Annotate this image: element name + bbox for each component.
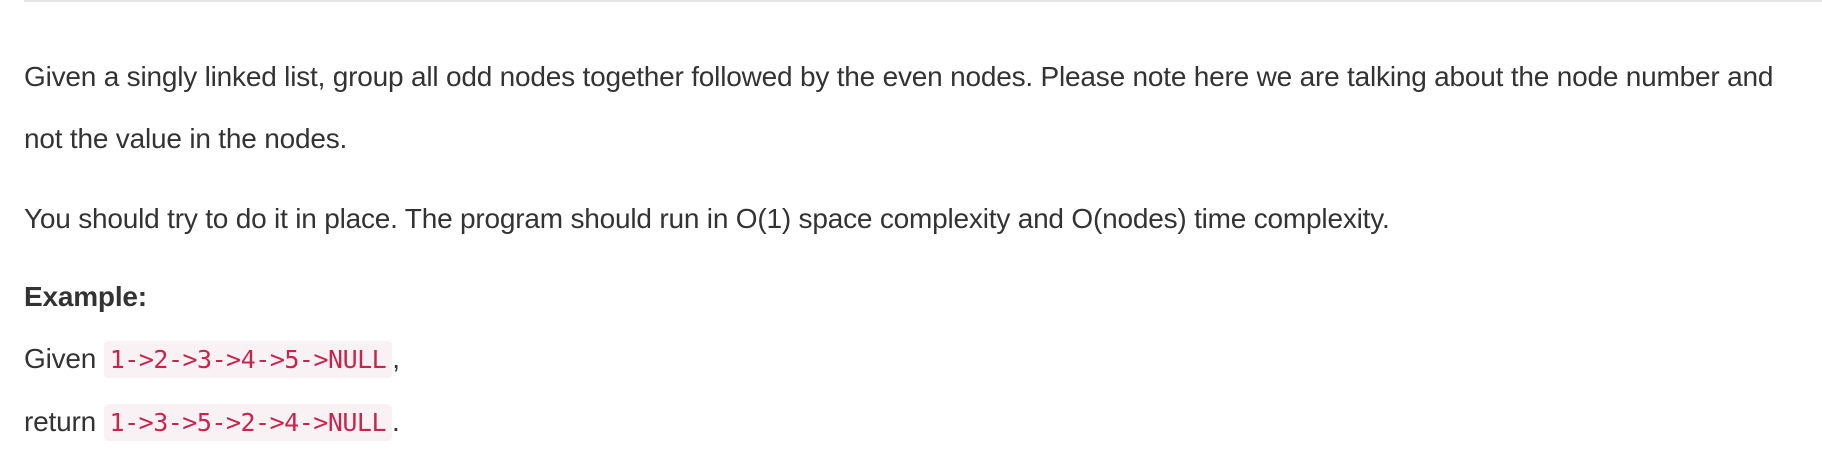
return-code: 1->3->5->2->4->NULL (103, 404, 393, 441)
given-suffix: , (392, 343, 400, 374)
constraint-paragraph: You should try to do it in place. The pr… (24, 203, 1390, 234)
return-label: return (24, 406, 96, 437)
example-heading: Example: (24, 281, 147, 312)
example-return-line: return 1->3->5->2->4->NULL. (24, 391, 1814, 452)
problem-description: Given a singly linked list, group all od… (24, 46, 1814, 452)
given-label: Given (24, 343, 97, 374)
example-given-line: Given 1->2->3->4->5->NULL, (24, 328, 1814, 391)
top-divider (24, 0, 1822, 2)
description-paragraph: Given a singly linked list, group all od… (24, 61, 1774, 154)
given-code: 1->2->3->4->5->NULL (103, 341, 393, 378)
return-suffix: . (392, 406, 400, 437)
